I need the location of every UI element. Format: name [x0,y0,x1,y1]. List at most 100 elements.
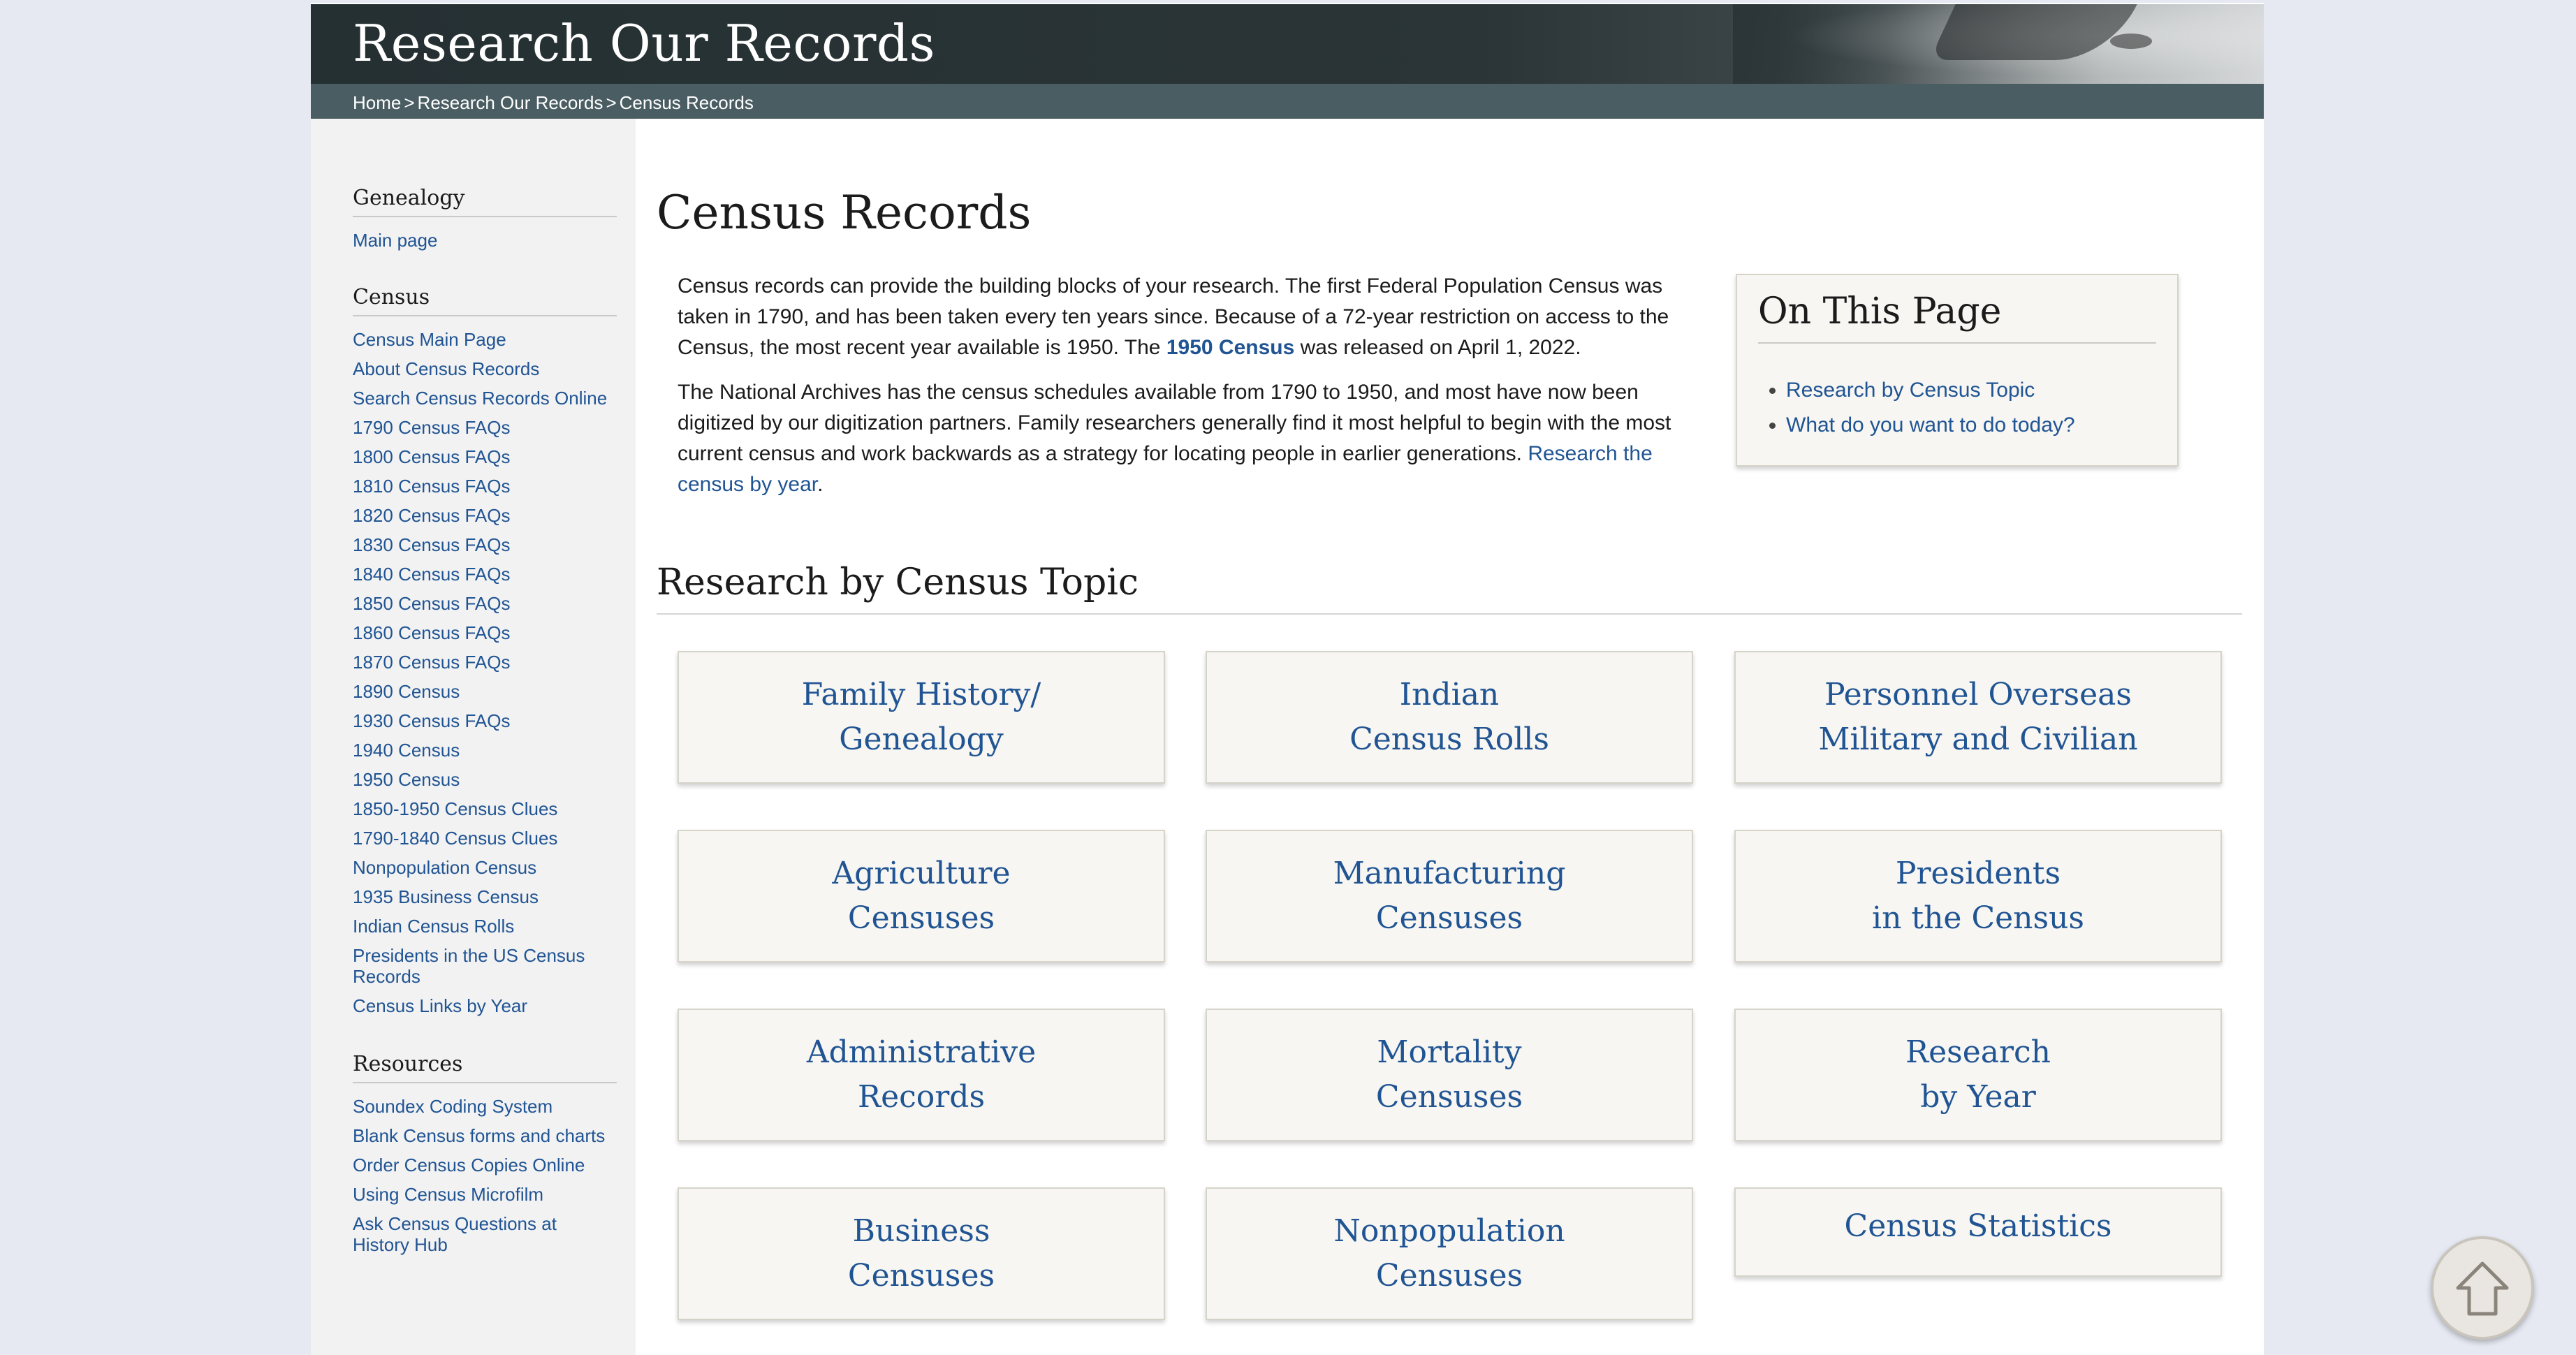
sidebar-heading: Census [353,285,617,316]
breadcrumb-research-our-records[interactable]: Research Our Records [418,92,603,113]
topic-card-title-line2: Records [857,1079,986,1115]
topic-card-title-line2: Censuses [1375,900,1523,936]
sidebar-list: Main page [353,230,617,251]
sidebar-item: Presidents in the US Census Records [353,945,617,987]
sidebar-link[interactable]: Census Links by Year [353,995,527,1016]
sidebar-item: 1800 Census FAQs [353,446,617,467]
sidebar-item: 1830 Census FAQs [353,534,617,555]
sidebar-link[interactable]: 1940 Census [353,740,460,761]
on-this-page-title: On This Page [1758,291,2156,344]
topic-card[interactable]: Research by Year [1734,1009,2222,1141]
link-1950-census[interactable]: 1950 Census [1166,336,1294,359]
link-research-by-census-topic[interactable]: Research by Census Topic [1786,379,2035,402]
topic-card-title-line1: Indian [1399,677,1500,712]
topic-card[interactable]: Census Statistics [1734,1187,2222,1277]
topic-card-title-line1: Personnel Overseas [1824,677,2132,712]
sidebar-link[interactable]: 1850-1950 Census Clues [353,798,557,819]
sidebar-link[interactable]: Order Census Copies Online [353,1155,585,1175]
sidebar-link[interactable]: Search Census Records Online [353,388,607,409]
topic-card[interactable]: Manufacturing Censuses [1206,830,1693,962]
sidebar-item: 1850 Census FAQs [353,593,617,614]
sidebar-link[interactable]: Main page [353,230,437,251]
breadcrumb-home[interactable]: Home [353,92,401,113]
topic-card[interactable]: Family History/Genealogy [678,651,1165,784]
link-what-to-do-today[interactable]: What do you want to do today? [1786,413,2075,437]
topic-card-title-line2: Military and Civilian [1818,722,2138,757]
sidebar-link[interactable]: 1950 Census [353,769,460,790]
sidebar: Genealogy Main page Census Census Main P… [311,119,636,1355]
sidebar-item: Census Main Page [353,329,617,350]
topic-card[interactable]: Indian Census Rolls [1206,651,1693,784]
sidebar-item: 1870 Census FAQs [353,652,617,673]
on-this-page-list: Research by Census Topic What do you wan… [1786,373,2075,443]
sidebar-item: 1890 Census [353,681,617,702]
sidebar-link[interactable]: 1810 Census FAQs [353,476,510,497]
sidebar-item: 1810 Census FAQs [353,476,617,497]
section-title-research-by-topic: Research by Census Topic [657,562,2242,615]
topic-card[interactable]: Agriculture Censuses [678,830,1165,962]
sidebar-link[interactable]: Ask Census Questions at History Hub [353,1213,557,1255]
header-photo [1733,4,2264,84]
sidebar-item: 1935 Business Census [353,886,617,907]
topic-card-title-line2: Censuses [1375,1079,1523,1115]
intro-paragraph-1: Census records can provide the building … [678,274,1669,359]
sidebar-item: Indian Census Rolls [353,916,617,937]
intro-paragraph-2: The National Archives has the census sch… [678,381,1671,496]
sidebar-item: Ask Census Questions at History Hub [353,1213,617,1255]
sidebar-link[interactable]: Census Main Page [353,329,506,350]
sidebar-item: 1840 Census FAQs [353,564,617,585]
topic-card[interactable]: Administrative Records [678,1009,1165,1141]
breadcrumb-census-records[interactable]: Census Records [620,92,754,113]
topic-card-title-line1: Presidents [1895,856,2061,891]
sidebar-item: 1820 Census FAQs [353,505,617,526]
sidebar-link[interactable]: 1830 Census FAQs [353,534,510,555]
topic-card-title-line2: in the Census [1872,900,2084,936]
sidebar-link[interactable]: 1800 Census FAQs [353,446,510,467]
topic-card[interactable]: Personnel Overseas Military and Civilian [1734,651,2222,784]
sidebar-link[interactable]: Nonpopulation Census [353,857,536,878]
sidebar-list: Soundex Coding System Blank Census forms … [353,1096,617,1255]
sidebar-item: 1930 Census FAQs [353,710,617,731]
sidebar-link[interactable]: 1840 Census FAQs [353,564,510,585]
sidebar-item: 1950 Census [353,769,617,790]
scroll-to-top-button[interactable] [2431,1236,2534,1340]
sidebar-link[interactable]: 1850 Census FAQs [353,593,510,614]
topic-card-title-line2: Censuses [1375,1258,1523,1294]
sidebar-link[interactable]: 1935 Business Census [353,886,539,907]
sidebar-link[interactable]: 1790-1840 Census Clues [353,828,557,849]
page-container: Research Our Records Home > Research Our R… [311,3,2534,1355]
topic-card-title-line1: Administrative [806,1034,1037,1070]
sidebar-link[interactable]: 1860 Census FAQs [353,622,510,643]
list-item: What do you want to do today? [1786,408,2075,443]
sidebar-link[interactable]: 1930 Census FAQs [353,710,510,731]
sidebar-link[interactable]: 1820 Census FAQs [353,505,510,526]
header-banner: Research Our Records [311,4,2264,84]
topic-card-title-line1: Research [1905,1034,2051,1070]
topic-card[interactable]: Business Censuses [678,1187,1165,1320]
topic-card-title-line1: Business [852,1213,990,1249]
breadcrumb: Home > Research Our Records > Census Records [353,92,754,113]
sidebar-item: Order Census Copies Online [353,1155,617,1175]
sidebar-link[interactable]: 1890 Census [353,681,460,702]
sidebar-group-genealogy: Genealogy Main page [353,186,617,259]
sidebar-item: Blank Census forms and charts [353,1125,617,1146]
sidebar-item: 1860 Census FAQs [353,622,617,643]
on-this-page-box: On This Page Research by Census Topic Wh… [1736,274,2179,467]
sidebar-item: Main page [353,230,617,251]
page-title: Census Records [657,186,1032,240]
sidebar-link[interactable]: About Census Records [353,358,539,379]
sidebar-link[interactable]: Soundex Coding System [353,1096,552,1117]
topic-card[interactable]: Mortality Censuses [1206,1009,1693,1141]
topic-card-title-line2: Genealogy [839,722,1004,757]
topic-card-title-line1: Manufacturing [1333,856,1566,891]
topic-card[interactable]: Presidents in the Census [1734,830,2222,962]
list-item: Research by Census Topic [1786,373,2075,408]
sidebar-link[interactable]: 1870 Census FAQs [353,652,510,673]
topic-card[interactable]: Nonpopulation Censuses [1206,1187,1693,1320]
sidebar-link[interactable]: Using Census Microfilm [353,1184,543,1205]
topic-card-title-line1: Family History/ [801,677,1041,712]
sidebar-link[interactable]: Blank Census forms and charts [353,1125,605,1146]
sidebar-link[interactable]: Indian Census Rolls [353,916,514,937]
sidebar-link[interactable]: Presidents in the US Census Records [353,945,585,987]
sidebar-link[interactable]: 1790 Census FAQs [353,417,510,438]
